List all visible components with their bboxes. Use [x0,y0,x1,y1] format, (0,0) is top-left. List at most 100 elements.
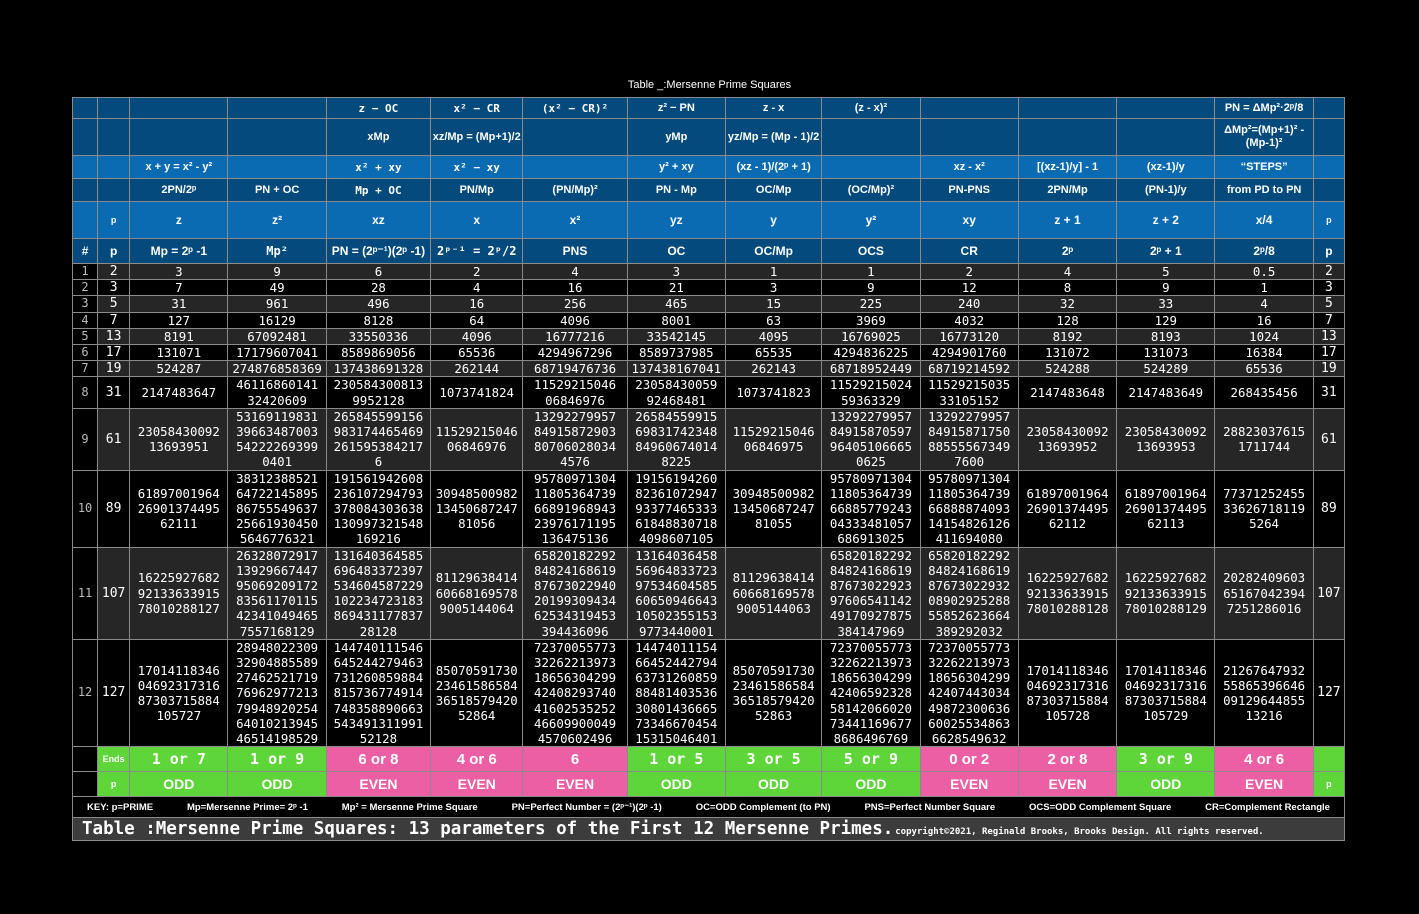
header-cell [227,97,327,119]
header-cell [71,118,99,156]
prime-p-cell: 31 [1312,376,1346,409]
value-cell: 8193 [1116,327,1216,346]
header-cell: p [97,201,131,239]
value-cell: 28823037615 1711744 [1214,407,1314,471]
value-cell: 129 [1116,311,1216,329]
header-cell: z² − PN [626,97,726,119]
header-cell: Mp + OC [325,178,432,202]
parity-cell: ODD [724,771,823,798]
value-cell: 72370055773 32262213973 18656304299 4240… [821,638,921,748]
header-cell: z [129,201,229,239]
header-cell: PN-PNS [919,178,1019,202]
value-cell: 65820182292 84824168619 87673022940 2019… [522,546,628,640]
parity-cell: ODD [1116,771,1216,798]
header-cell [919,97,1019,119]
value-cell: 8589737985 [626,344,726,362]
header-row: # p Mp = 2ᵖ -1 Mp² PN = (2ᵖ⁻¹)(2ᵖ -1) 2ᵖ⁻¹ = … [71,238,1346,264]
value-cell: 16225927682 92133633915 78010288129 [1116,546,1216,640]
value-cell: 11529215024 59363329 [821,376,921,409]
value-cell: 131073 [1116,344,1216,362]
ends-cell: 0 or 2 [919,746,1019,773]
value-cell: 127 [129,311,229,329]
value-cell: 268435456 [1214,376,1314,409]
prime-p-cell: 2 [1312,262,1346,281]
ends-label: Ends [97,746,131,773]
header-cell: from PD to PN [1214,178,1314,202]
key-item: PNS=Perfect Number Square [864,801,996,813]
table-row: 6 17 131071 17179607041 8589869056 65536 42949… [71,344,1346,362]
value-cell: 95780971304 11805364739 66888874093 1415… [919,469,1019,548]
prime-p-cell: 127 [97,638,131,748]
value-cell: 8128 [325,311,432,329]
header-cell [71,155,99,179]
value-cell: 28 [325,279,432,297]
value-cell: 2 [919,262,1019,281]
header-cell: y [724,201,823,239]
header-cell: (PN-1)/y [1116,178,1216,202]
value-cell: 21267647932 55865396646 09129644855 1321… [1214,638,1314,748]
value-cell: 16 [1214,311,1314,329]
header-cell [919,118,1019,156]
value-cell: 8192 [1017,327,1118,346]
header-cell: yz [626,201,726,239]
parity-row: p ODD ODD EVEN EVEN EVEN ODD ODD ODD EVEN EVEN ODD E… [71,771,1346,798]
value-cell: 3 [129,262,229,281]
value-cell: 21 [626,279,726,297]
value-cell: 262143 [724,360,823,378]
value-cell: 2147483647 [129,376,229,409]
value-cell: 81129638414 60668169578 9005144064 [430,546,524,640]
value-cell: 61897001964 26901374495 62112 [1017,469,1118,548]
header-cell [1312,97,1346,119]
header-cell: 2ᵖ [1017,238,1118,264]
value-cell: 12 [919,279,1019,297]
value-cell: 5 [1116,262,1216,281]
value-cell: 13292279957 84915871750 88555567349 7600 [919,407,1019,471]
value-cell: 4032 [919,311,1019,329]
value-cell: 131640364585 696483372397 534604587229 1… [325,546,432,640]
value-cell: 17179607041 [227,344,327,362]
value-cell: 67092481 [227,327,327,346]
row-index: 2 [71,279,99,297]
header-cell: OC/Mp [724,238,823,264]
header-cell [1312,178,1346,202]
value-cell: 61897001964 26901374495 62111 [129,469,229,548]
value-cell: 8 [1017,279,1118,297]
value-cell: 31 [129,295,229,313]
header-cell: 2ᵖ + 1 [1116,238,1216,264]
header-cell [821,155,921,179]
header-cell: (z - x)² [821,97,921,119]
value-cell: 77371252455 33626718119 5264 [1214,469,1314,548]
value-cell: 2 [430,262,524,281]
key-item: OCS=ODD Complement Square [1028,801,1172,813]
value-cell: 15 [724,295,823,313]
header-cell [71,178,99,202]
value-cell: 33542145 [626,327,726,346]
header-cell: (xz - 1)/(2ᵖ + 1) [724,155,823,179]
header-cell: p [1312,201,1346,239]
ends-end-cell [1312,746,1346,773]
value-cell: 68718952449 [821,360,921,378]
value-cell: 38312388521 64722145895 86755549637 2566… [227,469,327,548]
table-row: 12 127 17014118346 04692317316 87303715884… [71,638,1346,748]
table-footer: Table :Mersenne Prime Squares: 13 parame… [72,818,1345,842]
header-cell: yMp [626,118,726,156]
header-cell [1312,155,1346,179]
footer-title: Table :Mersenne Prime Squares: 13 parame… [82,819,894,840]
value-cell: 465 [626,295,726,313]
header-cell: PN + OC [227,178,327,202]
header-cell: Mp² [227,238,327,264]
value-cell: 4 [1017,262,1118,281]
value-cell: 33 [1116,295,1216,313]
value-cell: 131072 [1017,344,1118,362]
header-cell [1017,118,1118,156]
header-cell: z − OC [325,97,432,119]
value-cell: 30948500982 13450687247 81056 [430,469,524,548]
header-row: x + y = x² - y² x² + xy x² − xy y² + xy (xz … [71,155,1346,179]
value-cell: 4095 [724,327,823,346]
header-row: xMp xz/Mp = (Mp+1)/2 yMp yz/Mp = (Mp - 1)/2… [71,118,1346,156]
header-cell: 2ᵖ⁻¹ = 2ᵖ/2 [430,238,524,264]
value-cell: 16773120 [919,327,1019,346]
value-cell: 23058430092 13693953 [1116,407,1216,471]
value-cell: 33550336 [325,327,432,346]
prime-p-cell: 7 [97,311,131,329]
